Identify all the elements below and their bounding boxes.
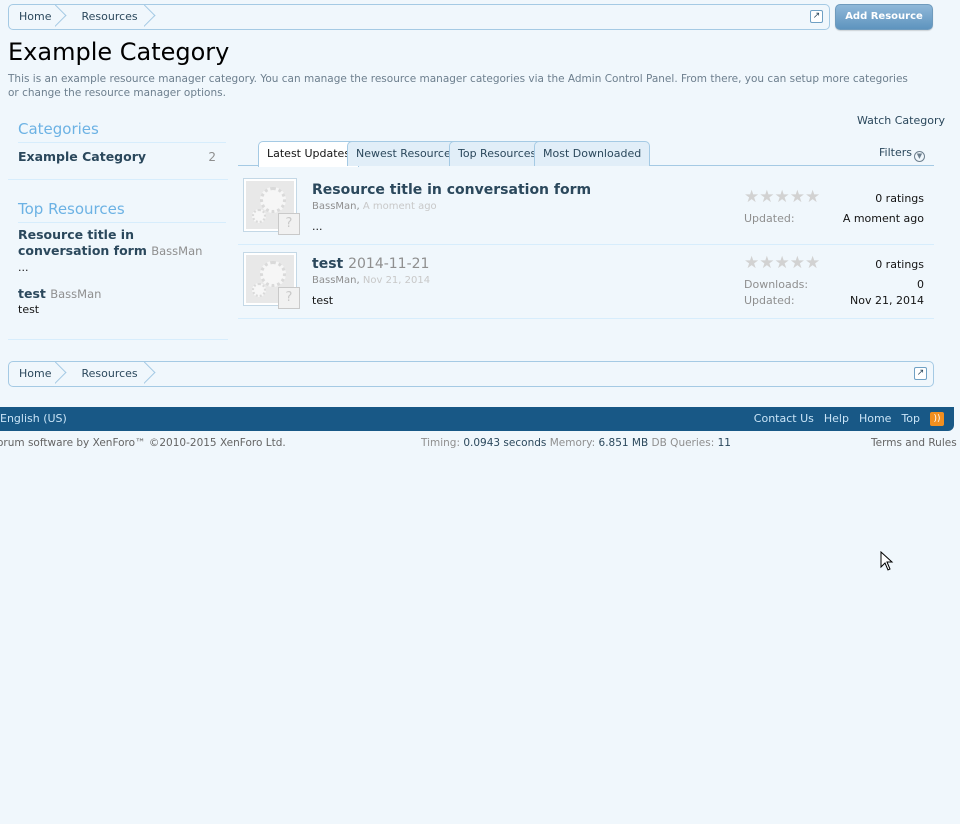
avatar: ? — [278, 287, 300, 309]
category-description: This is an example resource manager cate… — [8, 73, 908, 99]
resource-meta: BassMan, A moment ago — [312, 201, 437, 212]
sidebar-divider — [8, 179, 228, 180]
stat-label: Updated: — [744, 294, 795, 307]
copyright: orum software by XenForo™ ©2010-2015 Xen… — [0, 437, 286, 449]
resource-tagline: test — [312, 294, 334, 307]
gear-icon — [260, 187, 286, 213]
timing-value: 0.0943 seconds — [463, 437, 547, 449]
ratings-count: 0 ratings — [875, 258, 924, 271]
breadcrumb-arrow-icon — [55, 5, 69, 29]
top-resource-tagline: test — [18, 303, 40, 316]
top-resource-author[interactable]: BassMan — [151, 244, 202, 258]
breadcrumb-resources[interactable]: Resources — [69, 5, 157, 29]
stat-value: A moment ago — [842, 212, 924, 225]
sidebar-item-example-category[interactable]: Example Category — [18, 149, 146, 164]
resource-author[interactable]: BassMan, — [312, 275, 360, 286]
timing-label: Timing: — [421, 437, 461, 449]
top-resource-item: test BassMan test — [18, 286, 218, 316]
chevron-down-icon: ▼ — [913, 151, 925, 162]
footer-link-top[interactable]: Top — [901, 411, 920, 427]
mouse-cursor-icon — [880, 551, 894, 571]
memory-label: Memory: — [549, 437, 596, 449]
category-count: 2 — [208, 150, 216, 164]
resource-title[interactable]: test 2014-11-21 — [312, 256, 429, 272]
resource-tabs: Latest Updates Newest Resources Top Reso… — [238, 141, 934, 167]
memory-value: 6.851 MB — [598, 437, 649, 449]
breadcrumb: Home Resources ↗ — [8, 361, 934, 387]
resource-thumbnail[interactable]: ? — [243, 252, 300, 309]
resource-title-text: test — [312, 256, 344, 272]
footer-links: Contact Us Help Home Top )) — [744, 411, 944, 427]
stat-value: Nov 21, 2014 — [850, 294, 924, 307]
stat-label: Updated: — [744, 212, 795, 225]
top-resource-tagline: ... — [18, 261, 29, 274]
watch-category-link[interactable]: Watch Category — [857, 114, 945, 127]
jump-menu-icon[interactable]: ↗ — [810, 10, 823, 23]
resource-version: 2014-11-21 — [348, 256, 430, 272]
page-title: Example Category — [8, 38, 230, 66]
avatar: ? — [278, 213, 300, 235]
breadcrumb-items: Home Resources — [9, 362, 158, 386]
tab-most-downloaded[interactable]: Most Downloaded — [534, 141, 651, 166]
tab-newest-resources[interactable]: Newest Resources — [347, 141, 466, 166]
add-resource-button[interactable]: Add Resource — [835, 4, 933, 30]
top-resource-item: Resource title in conversation form Bass… — [18, 227, 218, 274]
top-resources-heading: Top Resources — [18, 200, 125, 218]
debug-info: Timing: 0.0943 seconds Memory: 6.851 MB … — [421, 437, 731, 449]
ratings-count: 0 ratings — [875, 192, 924, 205]
breadcrumb-home[interactable]: Home — [9, 5, 69, 29]
tab-latest-updates[interactable]: Latest Updates — [258, 141, 360, 167]
resource-date: Nov 21, 2014 — [362, 275, 431, 286]
gear-icon — [252, 283, 266, 297]
resource-item: ? test 2014-11-21 BassMan, Nov 21, 2014 … — [238, 245, 934, 319]
breadcrumb-items: Home Resources — [9, 5, 158, 29]
sidebar-divider — [8, 339, 228, 340]
breadcrumb-home-label: Home — [19, 10, 52, 23]
resource-title[interactable]: Resource title in conversation form — [312, 182, 591, 198]
top-resource-title: test — [18, 286, 46, 301]
top-resource-title-link[interactable]: Resource title in conversation form Bass… — [18, 227, 202, 258]
categories-heading-divider — [18, 142, 226, 143]
star-rating: ★★★★★ — [744, 187, 821, 207]
breadcrumb-resources[interactable]: Resources — [69, 362, 157, 386]
queries-label: DB Queries: — [651, 437, 715, 449]
stat-value: 0 — [917, 278, 924, 291]
terms-and-rules-link[interactable]: Terms and Rules — [871, 437, 957, 449]
categories-heading: Categories — [18, 120, 99, 138]
filters-button[interactable]: Filters ▼ — [879, 146, 925, 162]
breadcrumb: Home Resources ↗ — [8, 4, 830, 30]
resource-title-text: Resource title in conversation form — [312, 182, 592, 198]
top-resources-heading-divider — [18, 222, 226, 223]
breadcrumb-arrow-icon — [144, 5, 158, 29]
resource-tagline: ... — [312, 220, 323, 233]
footer-link-help[interactable]: Help — [824, 411, 849, 427]
top-resource-author[interactable]: BassMan — [50, 287, 101, 301]
breadcrumb-arrow-icon — [144, 362, 158, 386]
resource-meta: BassMan, Nov 21, 2014 — [312, 275, 430, 286]
star-rating: ★★★★★ — [744, 253, 821, 273]
jump-menu-icon[interactable]: ↗ — [914, 367, 927, 380]
breadcrumb-arrow-icon — [55, 362, 69, 386]
breadcrumb-resources-label: Resources — [81, 10, 138, 23]
rss-icon[interactable]: )) — [930, 412, 944, 426]
breadcrumb-home-label: Home — [19, 367, 52, 380]
queries-value: 11 — [717, 437, 731, 449]
top-resource-title-link[interactable]: test BassMan — [18, 286, 101, 301]
footer-bar: English (US) Contact Us Help Home Top )) — [0, 407, 954, 431]
tab-top-resources[interactable]: Top Resources — [449, 141, 546, 166]
footer-link-home[interactable]: Home — [859, 411, 891, 427]
footer-link-contact-us[interactable]: Contact Us — [754, 411, 814, 427]
stat-label: Downloads: — [744, 278, 809, 291]
gear-icon — [260, 261, 286, 287]
top-resource-title: Resource title in conversation form — [18, 227, 147, 258]
breadcrumb-resources-label: Resources — [81, 367, 138, 380]
language-chooser[interactable]: English (US) — [0, 412, 67, 425]
filters-label: Filters — [879, 146, 912, 159]
resource-author[interactable]: BassMan, — [312, 201, 360, 212]
gear-icon — [252, 209, 266, 223]
resource-item: ? Resource title in conversation form Ba… — [238, 171, 934, 245]
breadcrumb-home[interactable]: Home — [9, 362, 69, 386]
resource-thumbnail[interactable]: ? — [243, 178, 300, 235]
resource-date: A moment ago — [362, 201, 437, 212]
